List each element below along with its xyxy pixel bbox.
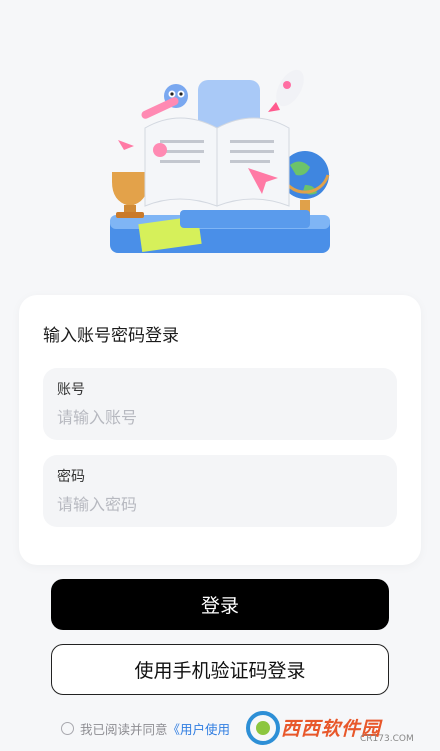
- account-label: 账号: [57, 382, 85, 398]
- trophy-icon: [112, 172, 148, 218]
- watermark-logo: 西西软件园 CR173.COM: [245, 704, 440, 751]
- login-button[interactable]: 登录: [51, 579, 389, 630]
- rocket-icon: [268, 69, 304, 112]
- agreement-row: 我已阅读并同意 《用户使用: [61, 719, 230, 737]
- agreement-text: 我已阅读并同意: [80, 721, 168, 737]
- password-input[interactable]: [57, 491, 377, 517]
- form-title: 输入账号密码登录: [43, 326, 179, 346]
- account-field[interactable]: 账号: [43, 368, 397, 440]
- sms-login-button[interactable]: 使用手机验证码登录: [51, 644, 389, 695]
- open-book-icon: [144, 117, 310, 228]
- hero-illustration: [110, 69, 330, 253]
- login-form-card: 输入账号密码登录 账号 密码: [19, 295, 421, 565]
- account-input[interactable]: [57, 404, 377, 430]
- agreement-radio[interactable]: [61, 721, 74, 735]
- user-agreement-link[interactable]: 《用户使用: [168, 719, 231, 738]
- watermark-url: CR173.COM: [360, 734, 414, 744]
- watermark-icon: [246, 710, 280, 745]
- password-field[interactable]: 密码: [43, 455, 397, 527]
- password-label: 密码: [57, 469, 85, 485]
